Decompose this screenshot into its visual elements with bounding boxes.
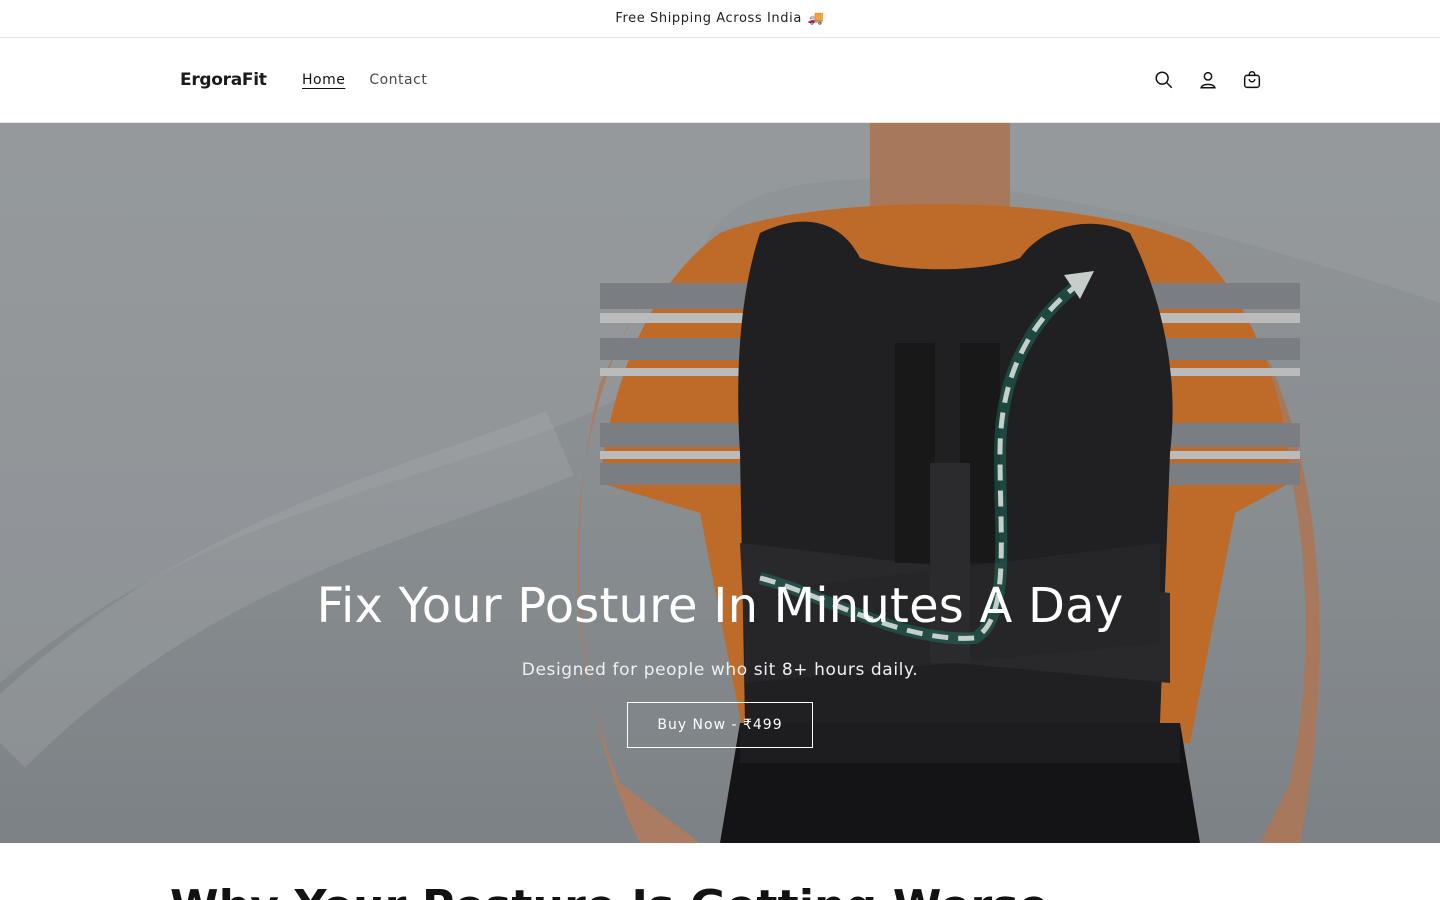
- buy-now-button[interactable]: Buy Now - ₹499: [627, 702, 813, 748]
- main-nav: Home Contact: [290, 62, 439, 98]
- hero-subtitle: Designed for people who sit 8+ hours dai…: [521, 660, 919, 680]
- nav-link-home[interactable]: Home: [290, 62, 357, 98]
- header-icons: [1146, 62, 1270, 98]
- site-logo[interactable]: ErgoraFit: [180, 70, 290, 90]
- section-heading: Why Your Posture Is Getting Worse: [170, 843, 1270, 900]
- hero-title: Fix Your Posture In Minutes A Day: [316, 578, 1124, 634]
- announcement-bar: Free Shipping Across India 🚚: [0, 0, 1440, 38]
- hero-content: Fix Your Posture In Minutes A Day Design…: [0, 578, 1440, 748]
- hero-banner: Fix Your Posture In Minutes A Day Design…: [0, 123, 1440, 843]
- nav-link-contact[interactable]: Contact: [357, 62, 439, 98]
- search-icon[interactable]: [1146, 62, 1182, 98]
- announcement-text: Free Shipping Across India: [615, 11, 802, 26]
- site-header: ErgoraFit Home Contact: [0, 38, 1440, 123]
- truck-icon: 🚚: [807, 11, 825, 26]
- cart-icon[interactable]: [1234, 62, 1270, 98]
- account-icon[interactable]: [1190, 62, 1226, 98]
